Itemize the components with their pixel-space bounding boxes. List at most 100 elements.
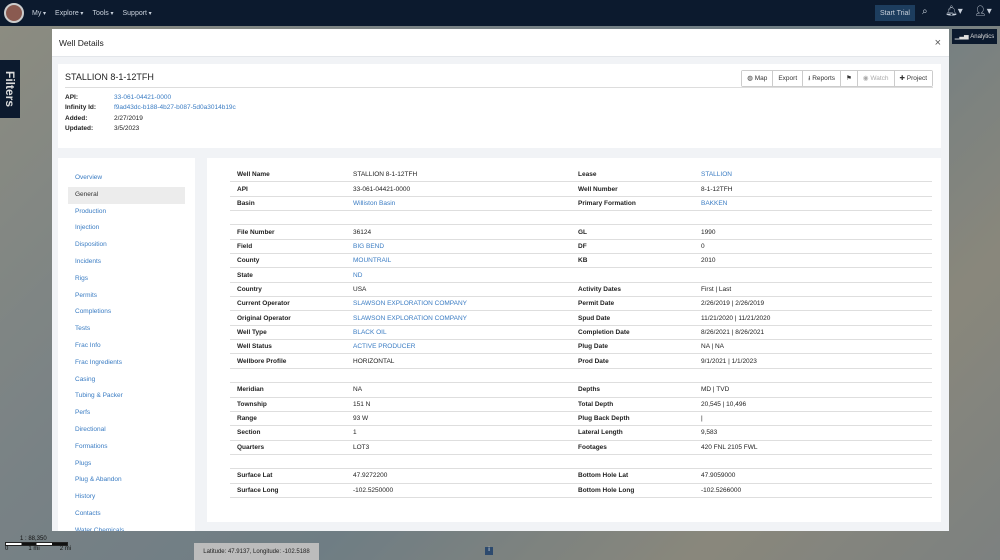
field-value: 0 (701, 242, 705, 250)
field-value: 8-1-12TFH (701, 185, 733, 193)
eye-icon: ◉ (862, 75, 869, 82)
field-label: Well Status (237, 343, 272, 351)
field-label: State (237, 271, 253, 279)
sidebar-item-tubing-packer[interactable]: Tubing & Packer (68, 388, 185, 405)
meta-label: API: (65, 94, 78, 101)
well-meta: API: 33-061-04421-0000 Infinity Id: f9ad43d… (65, 93, 236, 134)
sidebar-item-casing[interactable]: Casing (68, 372, 185, 389)
flag-button[interactable]: ⚑ (841, 71, 858, 86)
sidebar-item-tests[interactable]: Tests (68, 321, 185, 338)
field-label: Range (237, 415, 257, 423)
reports-button[interactable]: ⭳ Reports (803, 71, 841, 86)
search-icon[interactable]: ⌕ (922, 6, 928, 17)
sidebar-item-completions[interactable]: Completions (68, 304, 185, 321)
sidebar-item-directional[interactable]: Directional (68, 422, 185, 439)
meta-label: Updated: (65, 124, 94, 132)
sidebar-item-overview[interactable]: Overview (68, 170, 185, 187)
field-value: -102.5250000 (353, 486, 394, 494)
field-value: HORIZONTAL (353, 357, 395, 365)
map-button[interactable]: ◍ Map (742, 71, 774, 86)
well-actions: ◍ Map Export ⭳ Reports ⚑ ◉ Watch ✚ Proje… (741, 70, 933, 87)
field-value: 36124 (353, 228, 372, 236)
field-value: 20,545 | 10,496 (701, 400, 747, 408)
download-icon: ⭳ (808, 75, 811, 82)
field-label: Country (237, 285, 262, 293)
field-label: Lateral Length (578, 429, 623, 437)
table-row: File Number 36124 GL 1990 (230, 225, 932, 240)
divider (65, 87, 933, 88)
field-value: 47.9059000 (701, 472, 736, 480)
field-value[interactable]: MOUNTRAIL (353, 257, 578, 264)
start-trial-button[interactable]: Start Trial (875, 5, 915, 21)
field-value: 151 N (353, 400, 371, 408)
sidebar-item-frac-ingredients[interactable]: Frac Ingredients (68, 355, 185, 372)
field-value[interactable]: SLAWSON EXPLORATION COMPANY (353, 300, 578, 307)
logo[interactable] (4, 3, 24, 23)
field-label: Plug Back Depth (578, 415, 630, 423)
sidebar-item-plugs[interactable]: Plugs (68, 456, 185, 473)
field-value[interactable]: SLAWSON EXPLORATION COMPANY (353, 315, 578, 322)
map-scale: 1 : 88,350 01 mi 2 mi (5, 536, 71, 552)
filters-tab[interactable]: Filters (0, 60, 20, 118)
field-value[interactable]: ACTIVE PRODUCER (353, 343, 578, 350)
sidebar-item-contacts[interactable]: Contacts (68, 506, 185, 523)
field-value[interactable]: ND (353, 272, 578, 279)
field-value: 2/26/2019 | 2/26/2019 (701, 300, 765, 308)
analytics-button[interactable]: ▁▃▅ Analytics (952, 29, 997, 44)
close-icon[interactable]: × (935, 37, 941, 49)
field-value[interactable]: Williston Basin (353, 200, 578, 207)
sidebar-item-plug-abandon[interactable]: Plug & Abandon (68, 472, 185, 489)
meta-row: API: 33-061-04421-0000 (65, 93, 236, 103)
field-value[interactable]: BIG BEND (353, 243, 578, 250)
sidebar-item-water-chemicals[interactable]: Water Chemicals (68, 523, 185, 531)
sidebar-item-formations[interactable]: Formations (68, 439, 185, 456)
modal-header: Well Details (52, 29, 949, 57)
field-label: File Number (237, 228, 275, 236)
menu-tools[interactable]: Tools (92, 10, 113, 17)
sidebar-item-general[interactable]: General (68, 186, 185, 204)
export-button[interactable]: Export (773, 71, 804, 86)
sidebar-item-injection[interactable]: Injection (68, 220, 185, 237)
spacer-row (230, 455, 932, 470)
menu-explore[interactable]: Explore (55, 10, 83, 17)
table-row: Range 93 W Plug Back Depth | (230, 412, 932, 427)
project-button[interactable]: ✚ Project (894, 71, 932, 86)
meta-value[interactable]: f9ad43dc-b188-4b27-b087-5d0a3014b19c (114, 103, 236, 113)
watch-button[interactable]: ◉ Watch (857, 71, 895, 86)
field-value: MD | TVD (701, 386, 730, 394)
table-row: API 33-061-04421-0000 Well Number 8-1-12TFH (230, 182, 932, 197)
table-row: County MOUNTRAIL KB 2010 (230, 254, 932, 269)
meta-value[interactable]: 33-061-04421-0000 (114, 93, 171, 103)
modal-title: Well Details (59, 37, 104, 48)
field-value: NA (353, 386, 363, 394)
table-row: Surface Long -102.5250000 Bottom Hole Long… (230, 484, 932, 498)
sidebar-item-rigs[interactable]: Rigs (68, 271, 185, 288)
field-label: Quarters (237, 443, 265, 451)
field-value: First | Last (701, 285, 732, 293)
table-row: Quarters LOT3 Footages 420 FNL 2105 FWL (230, 441, 932, 455)
field-value: 11/21/2020 | 11/21/2020 (701, 314, 771, 322)
table-row: Well Name STALLION 8-1-12TFH Lease STALLION (230, 168, 932, 183)
bell-icon[interactable]: 🔔︎▾ (945, 6, 963, 17)
user-icon[interactable]: 👤︎▾ (974, 6, 992, 17)
menu-support[interactable]: Support (122, 10, 151, 17)
sidebar-item-production[interactable]: Production (68, 204, 185, 221)
info-icon[interactable]: i (485, 547, 493, 555)
field-label: Total Depth (578, 400, 614, 408)
sidebar-item-permits[interactable]: Permits (68, 288, 185, 305)
plus-icon: ✚ (899, 75, 905, 82)
table-row: Country USA Activity Dates First | Last (230, 283, 932, 298)
field-value[interactable]: BLACK OIL (353, 329, 578, 336)
sidebar-item-frac-info[interactable]: Frac Info (68, 338, 185, 355)
field-label: Lease (578, 171, 597, 179)
menu-my[interactable]: My (32, 10, 46, 17)
field-label: Well Name (237, 171, 270, 179)
field-value[interactable]: STALLION (701, 171, 932, 178)
sidebar-item-perfs[interactable]: Perfs (68, 405, 185, 422)
sidebar-item-history[interactable]: History (68, 489, 185, 506)
field-label: Plug Date (578, 343, 608, 351)
sidebar-item-incidents[interactable]: Incidents (68, 254, 185, 271)
well-name-title: STALLION 8-1-12TFH (65, 72, 154, 82)
field-value[interactable]: BAKKEN (701, 200, 932, 207)
sidebar-item-disposition[interactable]: Disposition (68, 237, 185, 254)
